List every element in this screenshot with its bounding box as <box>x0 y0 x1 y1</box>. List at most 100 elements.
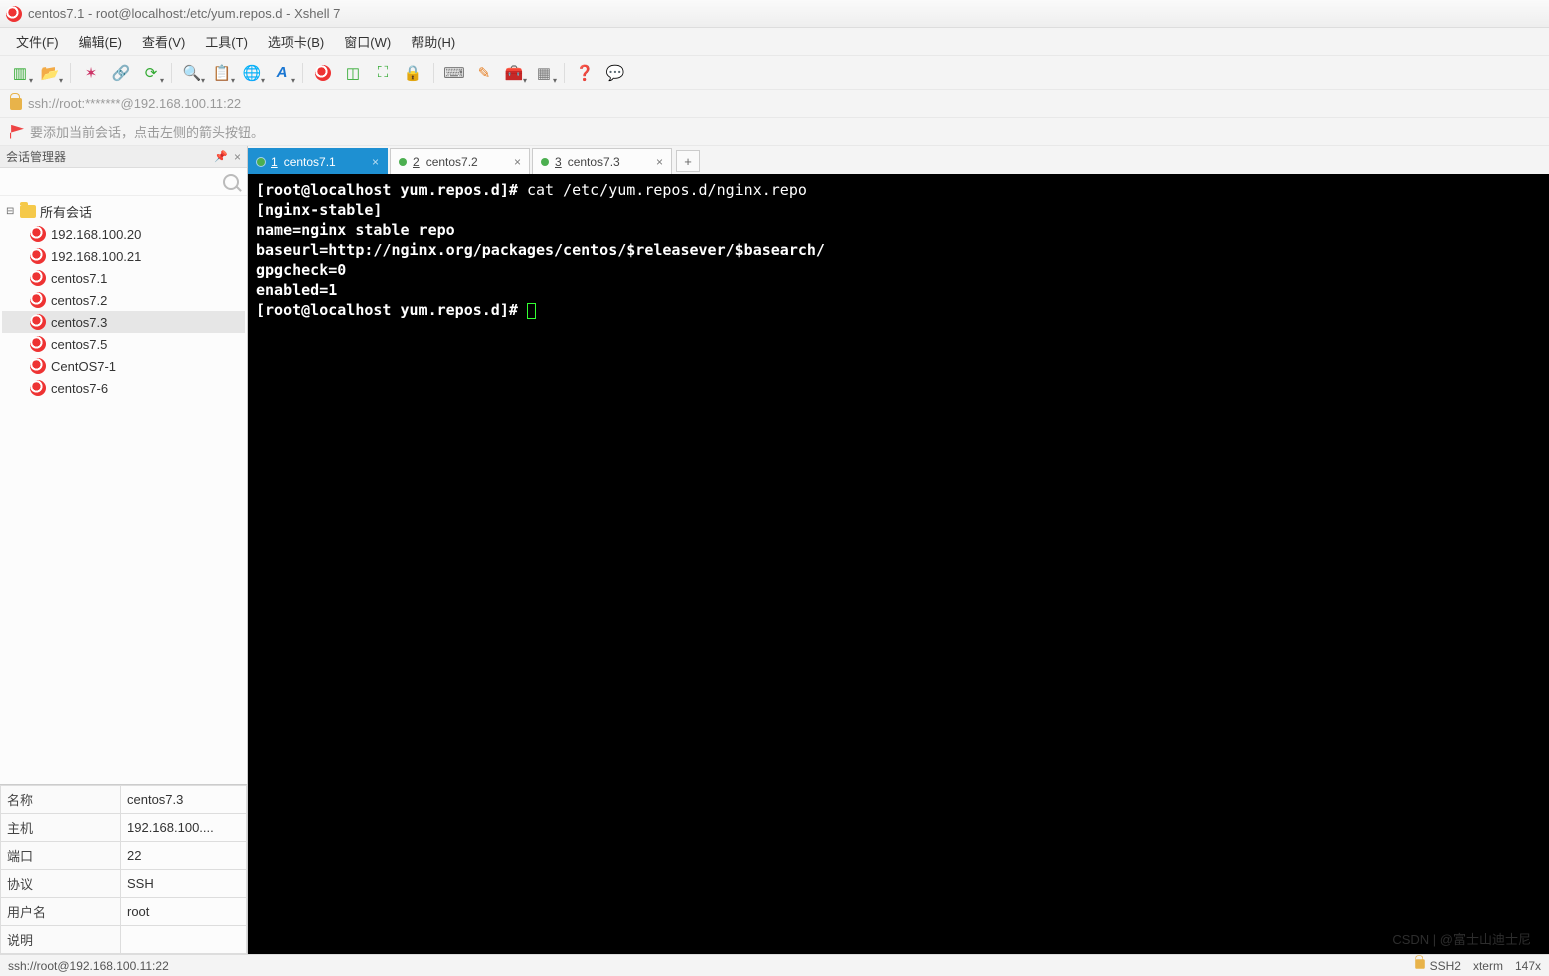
menu-item[interactable]: 窗口(W) <box>336 29 399 54</box>
menu-item[interactable]: 文件(F) <box>8 29 67 54</box>
session-label: CentOS7-1 <box>51 359 116 374</box>
flag-icon <box>10 125 24 139</box>
close-tab-icon[interactable]: × <box>372 155 379 169</box>
session-icon <box>30 226 46 242</box>
terminal[interactable]: [root@localhost yum.repos.d]# cat /etc/y… <box>248 174 1549 954</box>
close-tab-icon[interactable]: × <box>656 155 663 169</box>
tab-label: centos7.2 <box>426 155 478 169</box>
session-icon <box>30 358 46 374</box>
status-size: 147x <box>1515 959 1541 973</box>
prop-key: 主机 <box>1 814 121 842</box>
titlebar: centos7.1 - root@localhost:/etc/yum.repo… <box>0 0 1549 28</box>
reconnect-button[interactable]: ✶ <box>77 60 105 86</box>
find-button[interactable]: 🔍 <box>178 60 206 86</box>
open-session-button[interactable]: 📂 <box>36 60 64 86</box>
menu-item[interactable]: 选项卡(B) <box>260 29 332 54</box>
fullscreen-button[interactable]: ⛶ <box>369 60 397 86</box>
prop-value: root <box>121 898 247 926</box>
menubar: 文件(F)编辑(E)查看(V)工具(T)选项卡(B)窗口(W)帮助(H) <box>0 28 1549 56</box>
xftp-button[interactable]: ◫ <box>339 60 367 86</box>
session-item[interactable]: centos7.1 <box>2 267 245 289</box>
session-item[interactable]: CentOS7-1 <box>2 355 245 377</box>
pin-icon[interactable]: 📌 <box>214 150 228 164</box>
close-tab-icon[interactable]: × <box>514 155 521 169</box>
menu-item[interactable]: 查看(V) <box>134 29 193 54</box>
tab-number: 1 <box>271 155 278 169</box>
folder-icon <box>20 205 36 218</box>
menu-item[interactable]: 帮助(H) <box>403 29 463 54</box>
highlighter-button[interactable]: ✎ <box>470 60 498 86</box>
help-button[interactable]: ❓ <box>571 60 599 86</box>
session-label: centos7-6 <box>51 381 108 396</box>
session-properties: 名称centos7.3主机192.168.100....端口22协议SSH用户名… <box>0 784 247 954</box>
toolbar-separator <box>171 63 172 83</box>
copy-button[interactable]: 📋 <box>208 60 236 86</box>
session-tab[interactable]: 1centos7.1× <box>248 148 388 174</box>
disconnect-button[interactable]: ⟳ <box>137 60 165 86</box>
tab-number: 3 <box>555 155 562 169</box>
session-icon <box>30 248 46 264</box>
toolbar-separator <box>433 63 434 83</box>
tab-number: 2 <box>413 155 420 169</box>
status-bar: ssh://root@192.168.100.11:22 SSH2 xterm … <box>0 954 1549 976</box>
keyboard-button[interactable]: ⌨ <box>440 60 468 86</box>
toolbar: ▥ 📂 ✶ 🔗 ⟳ 🔍 📋 🌐 A ◫ ⛶ 🔒 ⌨ ✎ 🧰 ▦ ❓ 💬 <box>0 56 1549 90</box>
session-item[interactable]: centos7.5 <box>2 333 245 355</box>
session-item[interactable]: 192.168.100.21 <box>2 245 245 267</box>
tab-bar: 1centos7.1×2centos7.2×3centos7.3×+ <box>248 146 1549 174</box>
prop-value: SSH <box>121 870 247 898</box>
prop-value: 22 <box>121 842 247 870</box>
session-item[interactable]: 192.168.100.20 <box>2 223 245 245</box>
chat-button[interactable]: 💬 <box>601 60 629 86</box>
session-tab[interactable]: 3 centos7.3 × <box>532 148 672 174</box>
session-label: centos7.3 <box>51 315 107 330</box>
main-area: 会话管理器 📌 × ⊟ 所有会话 192.168.100.20 192.168.1… <box>0 146 1549 954</box>
xshell-button[interactable] <box>309 60 337 86</box>
status-dot-icon <box>399 158 407 166</box>
session-manager-panel: 会话管理器 📌 × ⊟ 所有会话 192.168.100.20 192.168.1… <box>0 146 248 954</box>
session-label: centos7.2 <box>51 293 107 308</box>
toolbar-separator <box>564 63 565 83</box>
toolbar-separator <box>302 63 303 83</box>
hint-text: 要添加当前会话，点击左侧的箭头按钮。 <box>30 122 264 141</box>
address-bar[interactable]: ssh://root:*******@192.168.100.11:22 <box>0 90 1549 118</box>
link-button[interactable]: 🔗 <box>107 60 135 86</box>
prop-value <box>121 926 247 954</box>
close-panel-icon[interactable]: × <box>234 150 241 164</box>
new-session-button[interactable]: ▥ <box>6 60 34 86</box>
status-left: ssh://root@192.168.100.11:22 <box>8 959 169 973</box>
status-term: xterm <box>1473 959 1503 973</box>
font-button[interactable]: A <box>268 60 296 86</box>
session-icon <box>30 270 46 286</box>
session-item[interactable]: centos7.2 <box>2 289 245 311</box>
layout-button[interactable]: ▦ <box>530 60 558 86</box>
tree-root[interactable]: ⊟ 所有会话 <box>2 200 245 223</box>
add-tab-button[interactable]: + <box>676 150 700 172</box>
menu-item[interactable]: 工具(T) <box>197 29 256 54</box>
prop-key: 说明 <box>1 926 121 954</box>
collapse-icon[interactable]: ⊟ <box>6 206 16 217</box>
session-label: 192.168.100.21 <box>51 249 141 264</box>
session-label: centos7.5 <box>51 337 107 352</box>
session-icon <box>30 314 46 330</box>
session-item[interactable]: centos7-6 <box>2 377 245 399</box>
session-manager-title: 会话管理器 <box>6 148 66 165</box>
status-dot-icon <box>257 158 265 166</box>
address-text: ssh://root:*******@192.168.100.11:22 <box>28 96 241 111</box>
session-item[interactable]: centos7.3 <box>2 311 245 333</box>
session-tree[interactable]: ⊟ 所有会话 192.168.100.20 192.168.100.21 cento… <box>0 196 247 784</box>
session-icon <box>30 292 46 308</box>
toolbox-button[interactable]: 🧰 <box>500 60 528 86</box>
prop-key: 协议 <box>1 870 121 898</box>
prop-key: 端口 <box>1 842 121 870</box>
menu-item[interactable]: 编辑(E) <box>71 29 130 54</box>
tab-label: centos7.3 <box>568 155 620 169</box>
prop-key: 名称 <box>1 786 121 814</box>
content-area: 1centos7.1×2centos7.2×3centos7.3×+ [root… <box>248 146 1549 954</box>
session-tab[interactable]: 2 centos7.2 × <box>390 148 530 174</box>
lock-button[interactable]: 🔒 <box>399 60 427 86</box>
prop-key: 用户名 <box>1 898 121 926</box>
session-icon <box>30 380 46 396</box>
globe-button[interactable]: 🌐 <box>238 60 266 86</box>
session-search[interactable] <box>0 168 247 196</box>
